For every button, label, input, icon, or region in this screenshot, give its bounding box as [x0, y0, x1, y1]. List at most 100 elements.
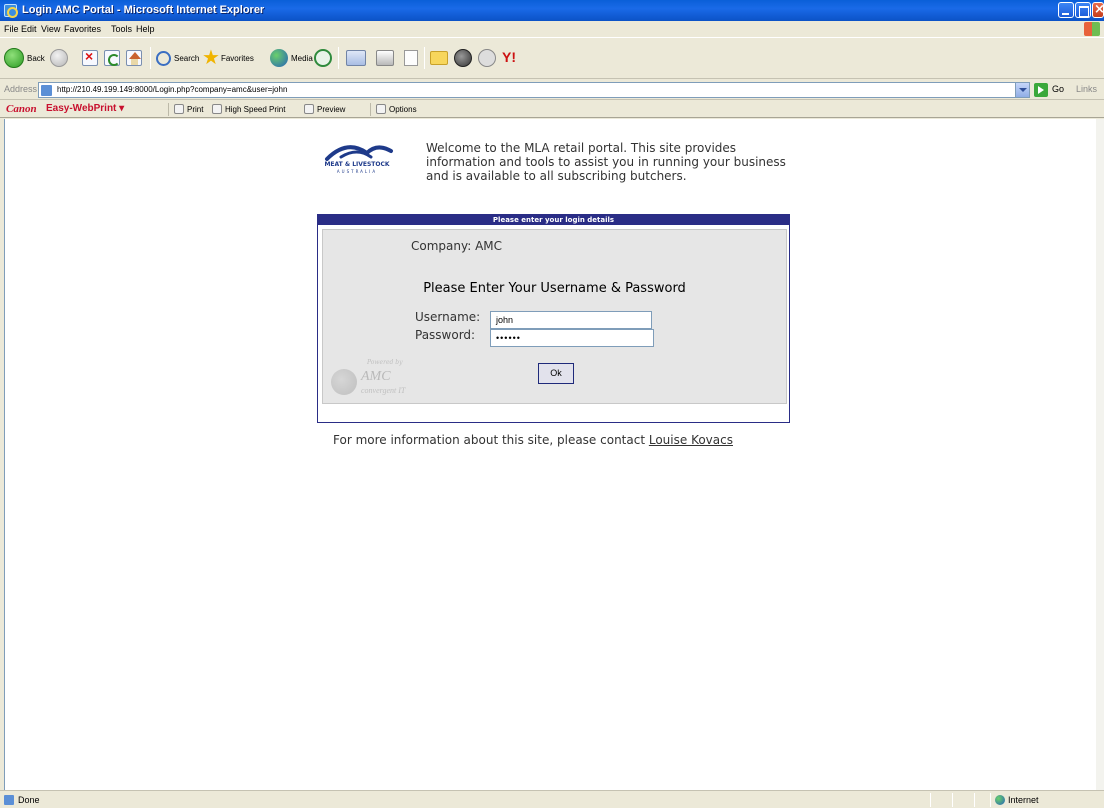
messenger-icon [454, 49, 472, 67]
menu-bar: File Edit View Favorites Tools Help [0, 21, 1104, 38]
stop-icon [82, 48, 98, 66]
preview-button[interactable]: Preview [304, 104, 345, 114]
username-input[interactable]: john [490, 311, 652, 329]
contact-text: For more information about this site, pl… [333, 433, 646, 447]
mail-icon [346, 50, 366, 66]
yahoo-button[interactable]: Y! [502, 47, 520, 69]
links-button[interactable]: Links [1076, 84, 1097, 94]
title-bar: Login AMC Portal - Microsoft Internet Ex… [0, 0, 1104, 21]
go-button[interactable]: Go [1052, 84, 1064, 94]
company-row: Company: AMC [411, 239, 502, 253]
easy-webprint-label: Easy-WebPrint [46, 103, 117, 114]
messenger-button[interactable] [454, 47, 472, 69]
yahoo-toolbar-icon: Y! [502, 49, 516, 65]
powered-amc-text: AMC [361, 369, 391, 384]
menu-view[interactable]: View [41, 24, 60, 34]
media-button[interactable]: Media [270, 47, 313, 69]
printer-icon [376, 50, 394, 66]
chevron-down-icon: ▾ [119, 103, 125, 114]
powered-by-logo: Powered by AMC convergent IT [331, 359, 441, 405]
canon-logo: Canon [6, 103, 37, 115]
toolbar: Back Search ★ Favorites Media [0, 39, 1104, 79]
mla-logo: MEAT & LIVESTOCK AUSTRALIA [307, 139, 427, 179]
ok-button[interactable]: Ok [538, 363, 574, 384]
contact-link[interactable]: Louise Kovacs [649, 433, 733, 447]
favorites-button[interactable]: ★ Favorites [202, 47, 254, 69]
menu-help[interactable]: Help [136, 24, 155, 34]
canon-print-label: Print [187, 104, 204, 114]
company-value: AMC [475, 239, 503, 253]
high-speed-print-button[interactable]: High Speed Print [212, 104, 285, 114]
panel-header: Please enter your login details [318, 215, 789, 225]
address-label: Address [4, 84, 38, 94]
star-icon: ★ [202, 47, 220, 69]
print-button[interactable] [376, 47, 394, 69]
home-button[interactable] [126, 47, 142, 69]
options-label: Options [389, 104, 417, 114]
internet-zone-icon [995, 795, 1005, 805]
mountains-icon [325, 145, 393, 161]
options-icon [376, 104, 386, 114]
back-button[interactable]: Back [4, 47, 45, 69]
menu-tools[interactable]: Tools [111, 24, 132, 34]
welcome-text: Welcome to the MLA retail portal. This s… [426, 141, 786, 183]
research-icon [478, 49, 496, 67]
address-url: http://210.49.199.149:8000/Login.php?com… [57, 85, 288, 94]
search-icon [156, 50, 171, 66]
search-button[interactable]: Search [156, 47, 199, 69]
minimize-button[interactable] [1058, 2, 1074, 18]
forward-button[interactable] [50, 47, 71, 69]
menu-file[interactable]: File [4, 24, 19, 34]
edit-icon [404, 50, 418, 66]
search-label: Search [174, 53, 200, 63]
menu-favorites[interactable]: Favorites [64, 24, 101, 34]
back-arrow-icon [4, 48, 24, 68]
folder-button[interactable] [430, 47, 448, 69]
powered-convergent-text: convergent IT [361, 386, 406, 395]
history-button[interactable] [314, 47, 332, 69]
username-label: Username: [415, 310, 481, 324]
research-button[interactable] [478, 47, 496, 69]
edit-button[interactable] [404, 47, 418, 69]
high-speed-printer-icon [212, 104, 222, 114]
close-button[interactable] [1092, 2, 1104, 18]
stop-button[interactable] [82, 47, 98, 69]
vertical-scrollbar[interactable] [1096, 119, 1104, 790]
logo-text: MEAT & LIVESTOCK [324, 161, 390, 168]
mail-button[interactable] [346, 47, 366, 69]
password-input[interactable]: •••••• [490, 329, 654, 347]
media-icon [270, 49, 288, 67]
canon-toolbar: Canon Easy-WebPrint ▾ Print High Speed P… [0, 101, 1104, 118]
easy-webprint-menu[interactable]: Easy-WebPrint ▾ [46, 103, 124, 114]
favorites-label: Favorites [220, 53, 254, 63]
refresh-button[interactable] [104, 47, 120, 69]
history-icon [314, 49, 332, 67]
home-icon [126, 50, 142, 66]
canon-print-button[interactable]: Print [174, 104, 203, 114]
maximize-button[interactable] [1075, 2, 1091, 18]
page-status-icon [4, 795, 14, 805]
address-dropdown-icon[interactable] [1015, 83, 1029, 97]
powered-by-text: Powered by [367, 359, 403, 366]
login-panel: Please enter your login details Company:… [317, 214, 790, 423]
zone-text: Internet [1008, 795, 1039, 805]
company-label: Company: [411, 239, 472, 253]
login-prompt: Please Enter Your Username & Password [423, 281, 686, 296]
window-title: Login AMC Portal - Microsoft Internet Ex… [22, 4, 265, 16]
address-input[interactable]: http://210.49.199.149:8000/Login.php?com… [38, 82, 1030, 98]
back-label: Back [27, 53, 45, 63]
preview-icon [304, 104, 314, 114]
page-content: MEAT & LIVESTOCK AUSTRALIA Welcome to th… [4, 119, 1096, 790]
preview-label: Preview [317, 104, 346, 114]
menu-edit[interactable]: Edit [21, 24, 37, 34]
status-bar: Done Internet [0, 790, 1104, 808]
refresh-icon [104, 50, 120, 66]
go-arrow-icon[interactable] [1034, 83, 1048, 97]
convergent-swirl-icon [331, 369, 357, 395]
windows-logo-icon [1084, 22, 1100, 36]
options-button[interactable]: Options [376, 104, 417, 114]
logo-subtext: AUSTRALIA [336, 169, 378, 174]
ie-icon [4, 4, 18, 18]
high-speed-print-label: High Speed Print [225, 104, 286, 114]
login-form: Company: AMC Please Enter Your Username … [322, 229, 787, 404]
